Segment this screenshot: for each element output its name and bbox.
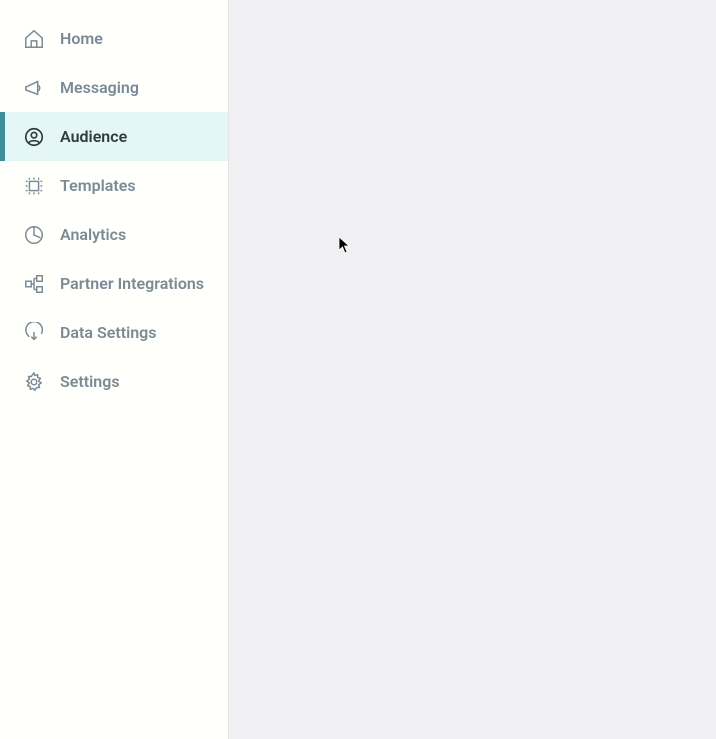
sidebar-item-label: Audience [60, 127, 127, 146]
main-content [229, 0, 716, 739]
data-settings-icon [23, 322, 45, 344]
audience-icon [23, 126, 45, 148]
home-icon [23, 28, 45, 50]
sidebar-item-templates[interactable]: Templates [0, 161, 228, 210]
sidebar-item-label: Data Settings [60, 323, 157, 342]
sidebar-item-partner-integrations[interactable]: Partner Integrations [0, 259, 228, 308]
sidebar-item-label: Analytics [60, 225, 126, 244]
sidebar: Home Messaging Audience Template [0, 0, 229, 739]
sidebar-item-label: Settings [60, 372, 120, 391]
sidebar-item-settings[interactable]: Settings [0, 357, 228, 406]
sidebar-item-label: Partner Integrations [60, 274, 204, 293]
templates-icon [23, 175, 45, 197]
sidebar-item-label: Templates [60, 176, 136, 195]
sidebar-item-analytics[interactable]: Analytics [0, 210, 228, 259]
analytics-icon [23, 224, 45, 246]
sidebar-item-audience[interactable]: Audience [0, 112, 228, 161]
sidebar-item-messaging[interactable]: Messaging [0, 63, 228, 112]
integrations-icon [23, 273, 45, 295]
sidebar-item-data-settings[interactable]: Data Settings [0, 308, 228, 357]
sidebar-item-label: Messaging [60, 78, 139, 97]
megaphone-icon [23, 77, 45, 99]
sidebar-item-home[interactable]: Home [0, 14, 228, 63]
settings-icon [23, 371, 45, 393]
sidebar-item-label: Home [60, 29, 103, 48]
